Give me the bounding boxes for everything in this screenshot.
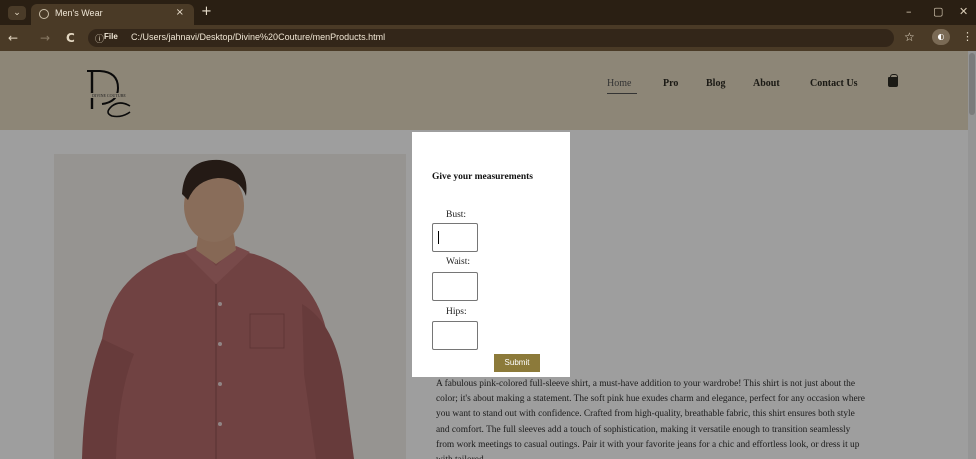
waist-input[interactable]: [432, 272, 478, 301]
maximize-icon[interactable]: ▢: [933, 5, 943, 18]
bookmark-star-icon[interactable]: ☆: [904, 30, 915, 44]
page-viewport: DIVINE COUTURE Home Pro Blog About Conta…: [0, 51, 976, 459]
back-icon[interactable]: ←: [8, 31, 18, 45]
submit-button[interactable]: Submit: [494, 354, 540, 372]
address-bar: ← → C ⓘ File C:/Users/jahnavi/Desktop/Di…: [0, 25, 976, 51]
close-window-icon[interactable]: ✕: [959, 5, 968, 18]
browser-tab-bar: ⌄ Men's Wear × + – ▢ ✕: [0, 0, 976, 25]
text-cursor: [438, 231, 439, 244]
hips-label: Hips:: [446, 307, 467, 317]
new-tab-button[interactable]: +: [201, 4, 212, 19]
tab-close-icon[interactable]: ×: [176, 7, 184, 18]
profile-avatar[interactable]: ◐: [932, 29, 950, 45]
waist-label: Waist:: [446, 257, 471, 267]
hips-input[interactable]: [432, 321, 478, 350]
tab-title: Men's Wear: [55, 8, 103, 18]
forward-icon[interactable]: →: [40, 31, 50, 45]
bust-label: Bust:: [446, 210, 467, 220]
minimize-icon[interactable]: –: [906, 5, 912, 18]
url-field[interactable]: ⓘ File C:/Users/jahnavi/Desktop/Divine%2…: [88, 29, 894, 47]
url-text[interactable]: C:/Users/jahnavi/Desktop/Divine%20Coutur…: [131, 32, 385, 42]
tab-search-icon[interactable]: ⌄: [8, 6, 26, 20]
info-icon[interactable]: ⓘ: [95, 32, 104, 45]
bust-input[interactable]: [432, 223, 478, 252]
browser-tab[interactable]: Men's Wear ×: [31, 4, 194, 25]
modal-title: Give your measurements: [432, 172, 533, 182]
measurements-modal: Give your measurements Bust: Waist: Hips…: [412, 132, 570, 377]
url-scheme-chip: File: [104, 32, 118, 41]
reload-icon[interactable]: C: [66, 31, 75, 45]
globe-icon: [39, 9, 49, 19]
browser-menu-icon[interactable]: ⋮: [962, 30, 973, 43]
